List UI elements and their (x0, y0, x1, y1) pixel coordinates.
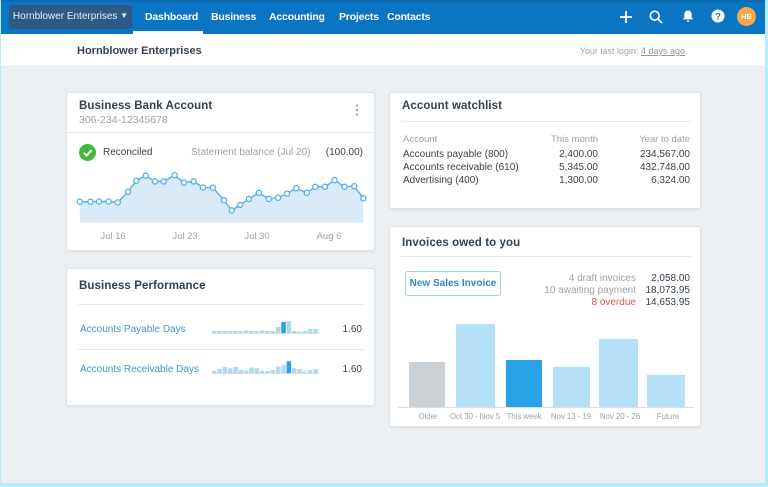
svg-text:?: ? (715, 11, 721, 22)
